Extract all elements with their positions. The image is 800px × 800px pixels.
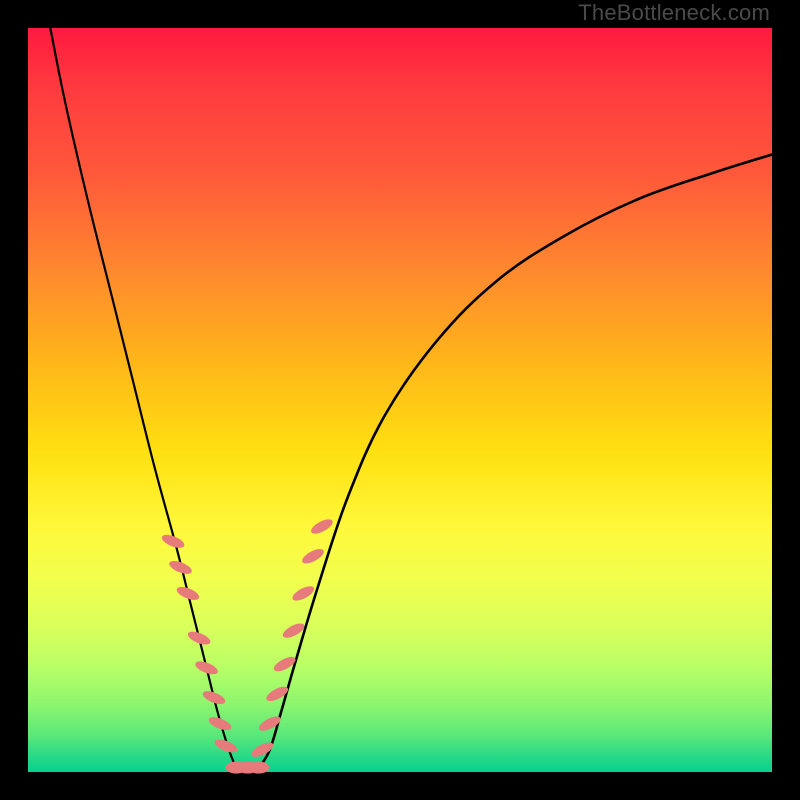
bead-group	[160, 516, 335, 773]
bead	[186, 629, 212, 647]
bead	[175, 584, 201, 602]
bead	[300, 546, 326, 566]
watermark-text: TheBottleneck.com	[578, 0, 770, 26]
bead	[201, 688, 227, 706]
bead	[194, 659, 220, 677]
curve-right-arm	[259, 154, 772, 768]
bead	[248, 762, 270, 774]
chart-frame: TheBottleneck.com	[0, 0, 800, 800]
curve-layer	[28, 28, 772, 772]
curve-left-arm	[50, 28, 236, 768]
plot-area	[28, 28, 772, 772]
bead	[309, 516, 335, 536]
